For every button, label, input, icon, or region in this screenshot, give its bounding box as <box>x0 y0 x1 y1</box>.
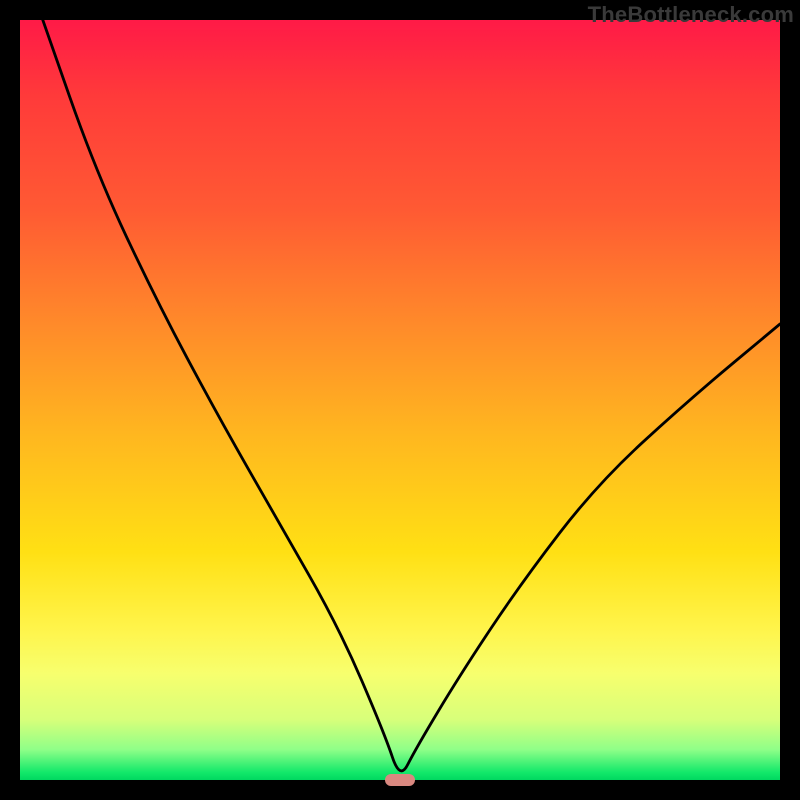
optimal-point-marker <box>385 774 415 786</box>
plot-area <box>20 20 780 780</box>
bottleneck-curve <box>20 20 780 780</box>
chart-frame: TheBottleneck.com <box>0 0 800 800</box>
watermark-text: TheBottleneck.com <box>588 2 794 28</box>
curve-path <box>43 20 780 771</box>
